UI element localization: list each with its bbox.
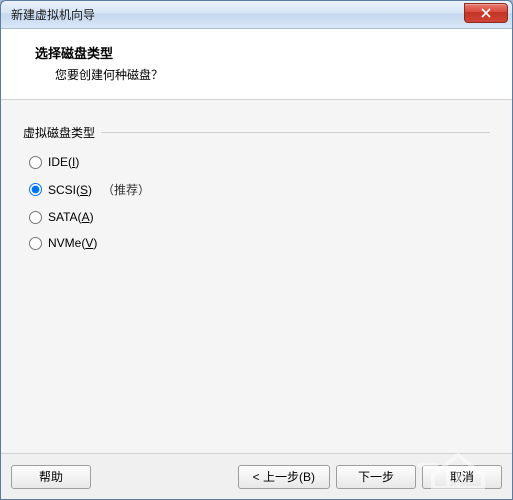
radio-scsi-label: SCSI(S) [48,183,92,197]
close-icon [481,8,491,18]
cancel-button[interactable]: 取消 [422,465,502,489]
option-scsi[interactable]: SCSI(S) （推荐） [29,181,484,198]
radio-ide[interactable] [29,156,42,169]
help-button[interactable]: 帮助 [11,465,91,489]
next-button[interactable]: 下一步 [336,465,416,489]
radio-scsi[interactable] [29,183,42,196]
page-title: 选择磁盘类型 [35,43,492,62]
option-ide[interactable]: IDE(I) [29,155,484,169]
titlebar: 新建虚拟机向导 [1,1,512,29]
disk-type-group: 虚拟磁盘类型 IDE(I) SCSI(S) （推荐） SATA(A) [23,124,490,250]
page-subtitle: 您要创建何种磁盘？ [35,66,492,83]
radio-nvme-label: NVMe(V) [48,236,97,250]
radio-ide-label: IDE(I) [48,155,79,169]
group-label: 虚拟磁盘类型 [23,124,101,141]
wizard-header: 选择磁盘类型 您要创建何种磁盘？ [1,29,512,100]
option-sata[interactable]: SATA(A) [29,210,484,224]
radio-sata-label: SATA(A) [48,210,94,224]
radio-nvme[interactable] [29,237,42,250]
window-title: 新建虚拟机向导 [11,6,95,23]
recommended-badge: （推荐） [102,181,150,198]
wizard-window: 新建虚拟机向导 选择磁盘类型 您要创建何种磁盘？ 虚拟磁盘类型 IDE(I) S… [0,0,513,500]
back-button[interactable]: < 上一步(B) [238,465,330,489]
wizard-content: 虚拟磁盘类型 IDE(I) SCSI(S) （推荐） SATA(A) [1,100,512,453]
close-button[interactable] [464,3,508,23]
radio-sata[interactable] [29,211,42,224]
options-list: IDE(I) SCSI(S) （推荐） SATA(A) NVMe(V) [23,141,490,250]
option-nvme[interactable]: NVMe(V) [29,236,484,250]
wizard-footer: 帮助 < 上一步(B) 下一步 取消 [1,453,512,499]
